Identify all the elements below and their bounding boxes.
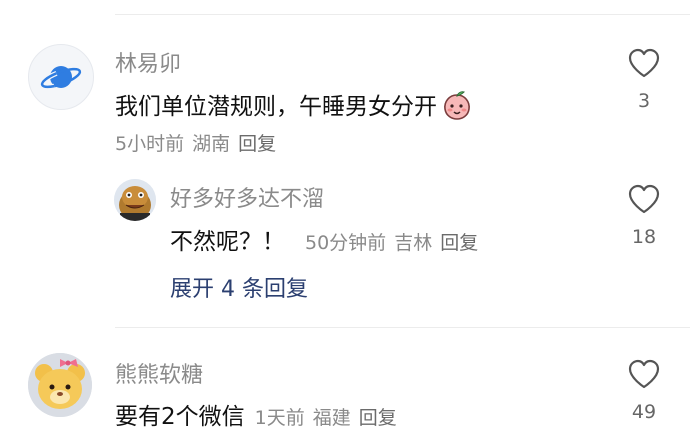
comment-location: 福建 bbox=[312, 407, 351, 429]
reply-location: 吉林 bbox=[394, 232, 433, 254]
reply-username[interactable]: 好多好多达不溜 bbox=[170, 181, 324, 213]
comment-username[interactable]: 林易卯 bbox=[115, 46, 181, 78]
comment-username[interactable]: 熊熊软糖 bbox=[115, 357, 203, 389]
peach-blush-emoji-icon bbox=[441, 89, 473, 127]
reply-meta: 50分钟前 吉林 回复 bbox=[305, 232, 478, 254]
reply-button[interactable]: 回复 bbox=[359, 407, 397, 429]
like-button[interactable]: 18 bbox=[624, 184, 664, 248]
avatar[interactable] bbox=[28, 44, 94, 110]
comment-text-line: 要有2个微信 1天前 福建 回复 bbox=[115, 397, 397, 431]
reply-button[interactable]: 回复 bbox=[238, 133, 276, 155]
heart-outline-icon bbox=[628, 359, 660, 389]
comment-time: 1天前 bbox=[254, 407, 305, 429]
like-count: 49 bbox=[631, 401, 657, 423]
avatar[interactable] bbox=[28, 353, 92, 417]
comment-text-body: 我们单位潜规则，午睡男女分开 bbox=[115, 94, 437, 120]
comment-meta: 1天前 福建 回复 bbox=[255, 407, 397, 429]
reply-button[interactable]: 回复 bbox=[440, 232, 478, 254]
planet-icon bbox=[39, 66, 83, 90]
reply-text: 不然呢？！ bbox=[170, 229, 285, 255]
like-button[interactable]: 3 bbox=[624, 48, 664, 112]
like-count: 18 bbox=[631, 226, 657, 248]
reply-text-line: 不然呢？！ 50分钟前 吉林 回复 bbox=[170, 222, 478, 256]
divider-top bbox=[115, 14, 690, 15]
reply-time: 50分钟前 bbox=[305, 232, 387, 254]
cartoon-face-avatar-icon bbox=[114, 179, 156, 221]
avatar[interactable] bbox=[114, 179, 156, 221]
heart-outline-icon bbox=[628, 184, 660, 214]
expand-replies-button[interactable]: 展开 4 条回复 bbox=[170, 271, 308, 303]
comment-meta: 5小时前 湖南 回复 bbox=[115, 129, 276, 156]
divider bbox=[115, 327, 690, 328]
comment-text: 要有2个微信 bbox=[115, 404, 245, 430]
like-button[interactable]: 49 bbox=[624, 359, 664, 423]
heart-outline-icon bbox=[628, 48, 660, 78]
comment-location: 湖南 bbox=[192, 133, 231, 155]
comment-time: 5小时前 bbox=[115, 133, 185, 155]
like-count: 3 bbox=[637, 90, 651, 112]
plush-bear-avatar-icon bbox=[28, 353, 92, 417]
comment-text: 我们单位潜规则，午睡男女分开 bbox=[115, 87, 473, 127]
